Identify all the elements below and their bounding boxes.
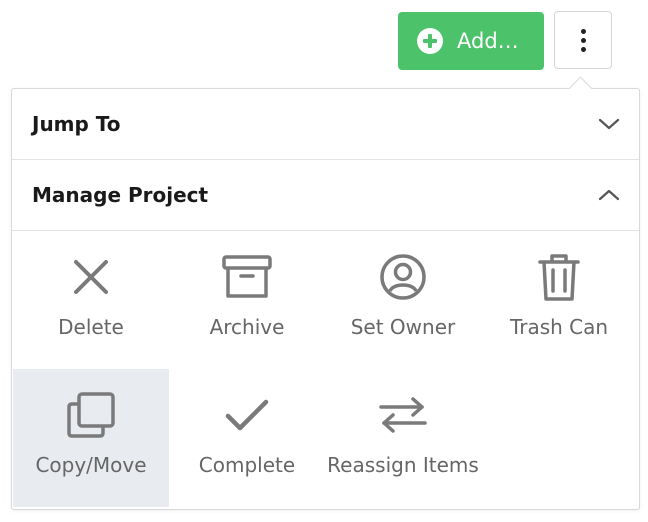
- more-options-button[interactable]: [554, 11, 612, 69]
- action-archive[interactable]: Archive: [169, 231, 325, 369]
- close-icon: [65, 251, 117, 303]
- action-label: Reassign Items: [327, 453, 479, 477]
- action-trash-can[interactable]: Trash Can: [481, 231, 637, 369]
- user-circle-icon: [377, 251, 429, 303]
- action-label: Archive: [209, 315, 285, 339]
- action-label: Set Owner: [350, 315, 456, 339]
- add-button[interactable]: Add…: [398, 12, 544, 70]
- section-title: Manage Project: [32, 183, 209, 207]
- trash-icon: [533, 251, 585, 303]
- action-delete[interactable]: Delete: [13, 231, 169, 369]
- checkmark-icon: [221, 389, 273, 441]
- action-label: Delete: [58, 315, 124, 339]
- section-manage-project[interactable]: Manage Project: [12, 160, 639, 231]
- action-reassign-items[interactable]: Reassign Items: [325, 369, 481, 507]
- chevron-up-icon: [597, 183, 621, 207]
- plus-circle-icon: [417, 28, 443, 54]
- vertical-ellipsis-icon: [580, 28, 586, 34]
- add-button-label: Add…: [457, 29, 519, 53]
- chevron-down-icon: [597, 112, 621, 136]
- action-complete[interactable]: Complete: [169, 369, 325, 507]
- swap-arrows-icon: [377, 389, 429, 441]
- ellipsis-dot: [580, 46, 586, 52]
- section-jump-to[interactable]: Jump To: [12, 89, 639, 160]
- copy-icon: [65, 389, 117, 441]
- archive-box-icon: [221, 251, 273, 303]
- dropdown-menu: Jump To Manage Project Delete Archive Se…: [11, 76, 640, 510]
- section-title: Jump To: [32, 112, 121, 136]
- action-set-owner[interactable]: Set Owner: [325, 231, 481, 369]
- action-label: Copy/Move: [35, 453, 147, 477]
- action-label: Trash Can: [509, 315, 609, 339]
- ellipsis-dot: [580, 37, 586, 43]
- action-label: Complete: [198, 453, 296, 477]
- action-copy-move[interactable]: Copy/Move: [13, 369, 169, 507]
